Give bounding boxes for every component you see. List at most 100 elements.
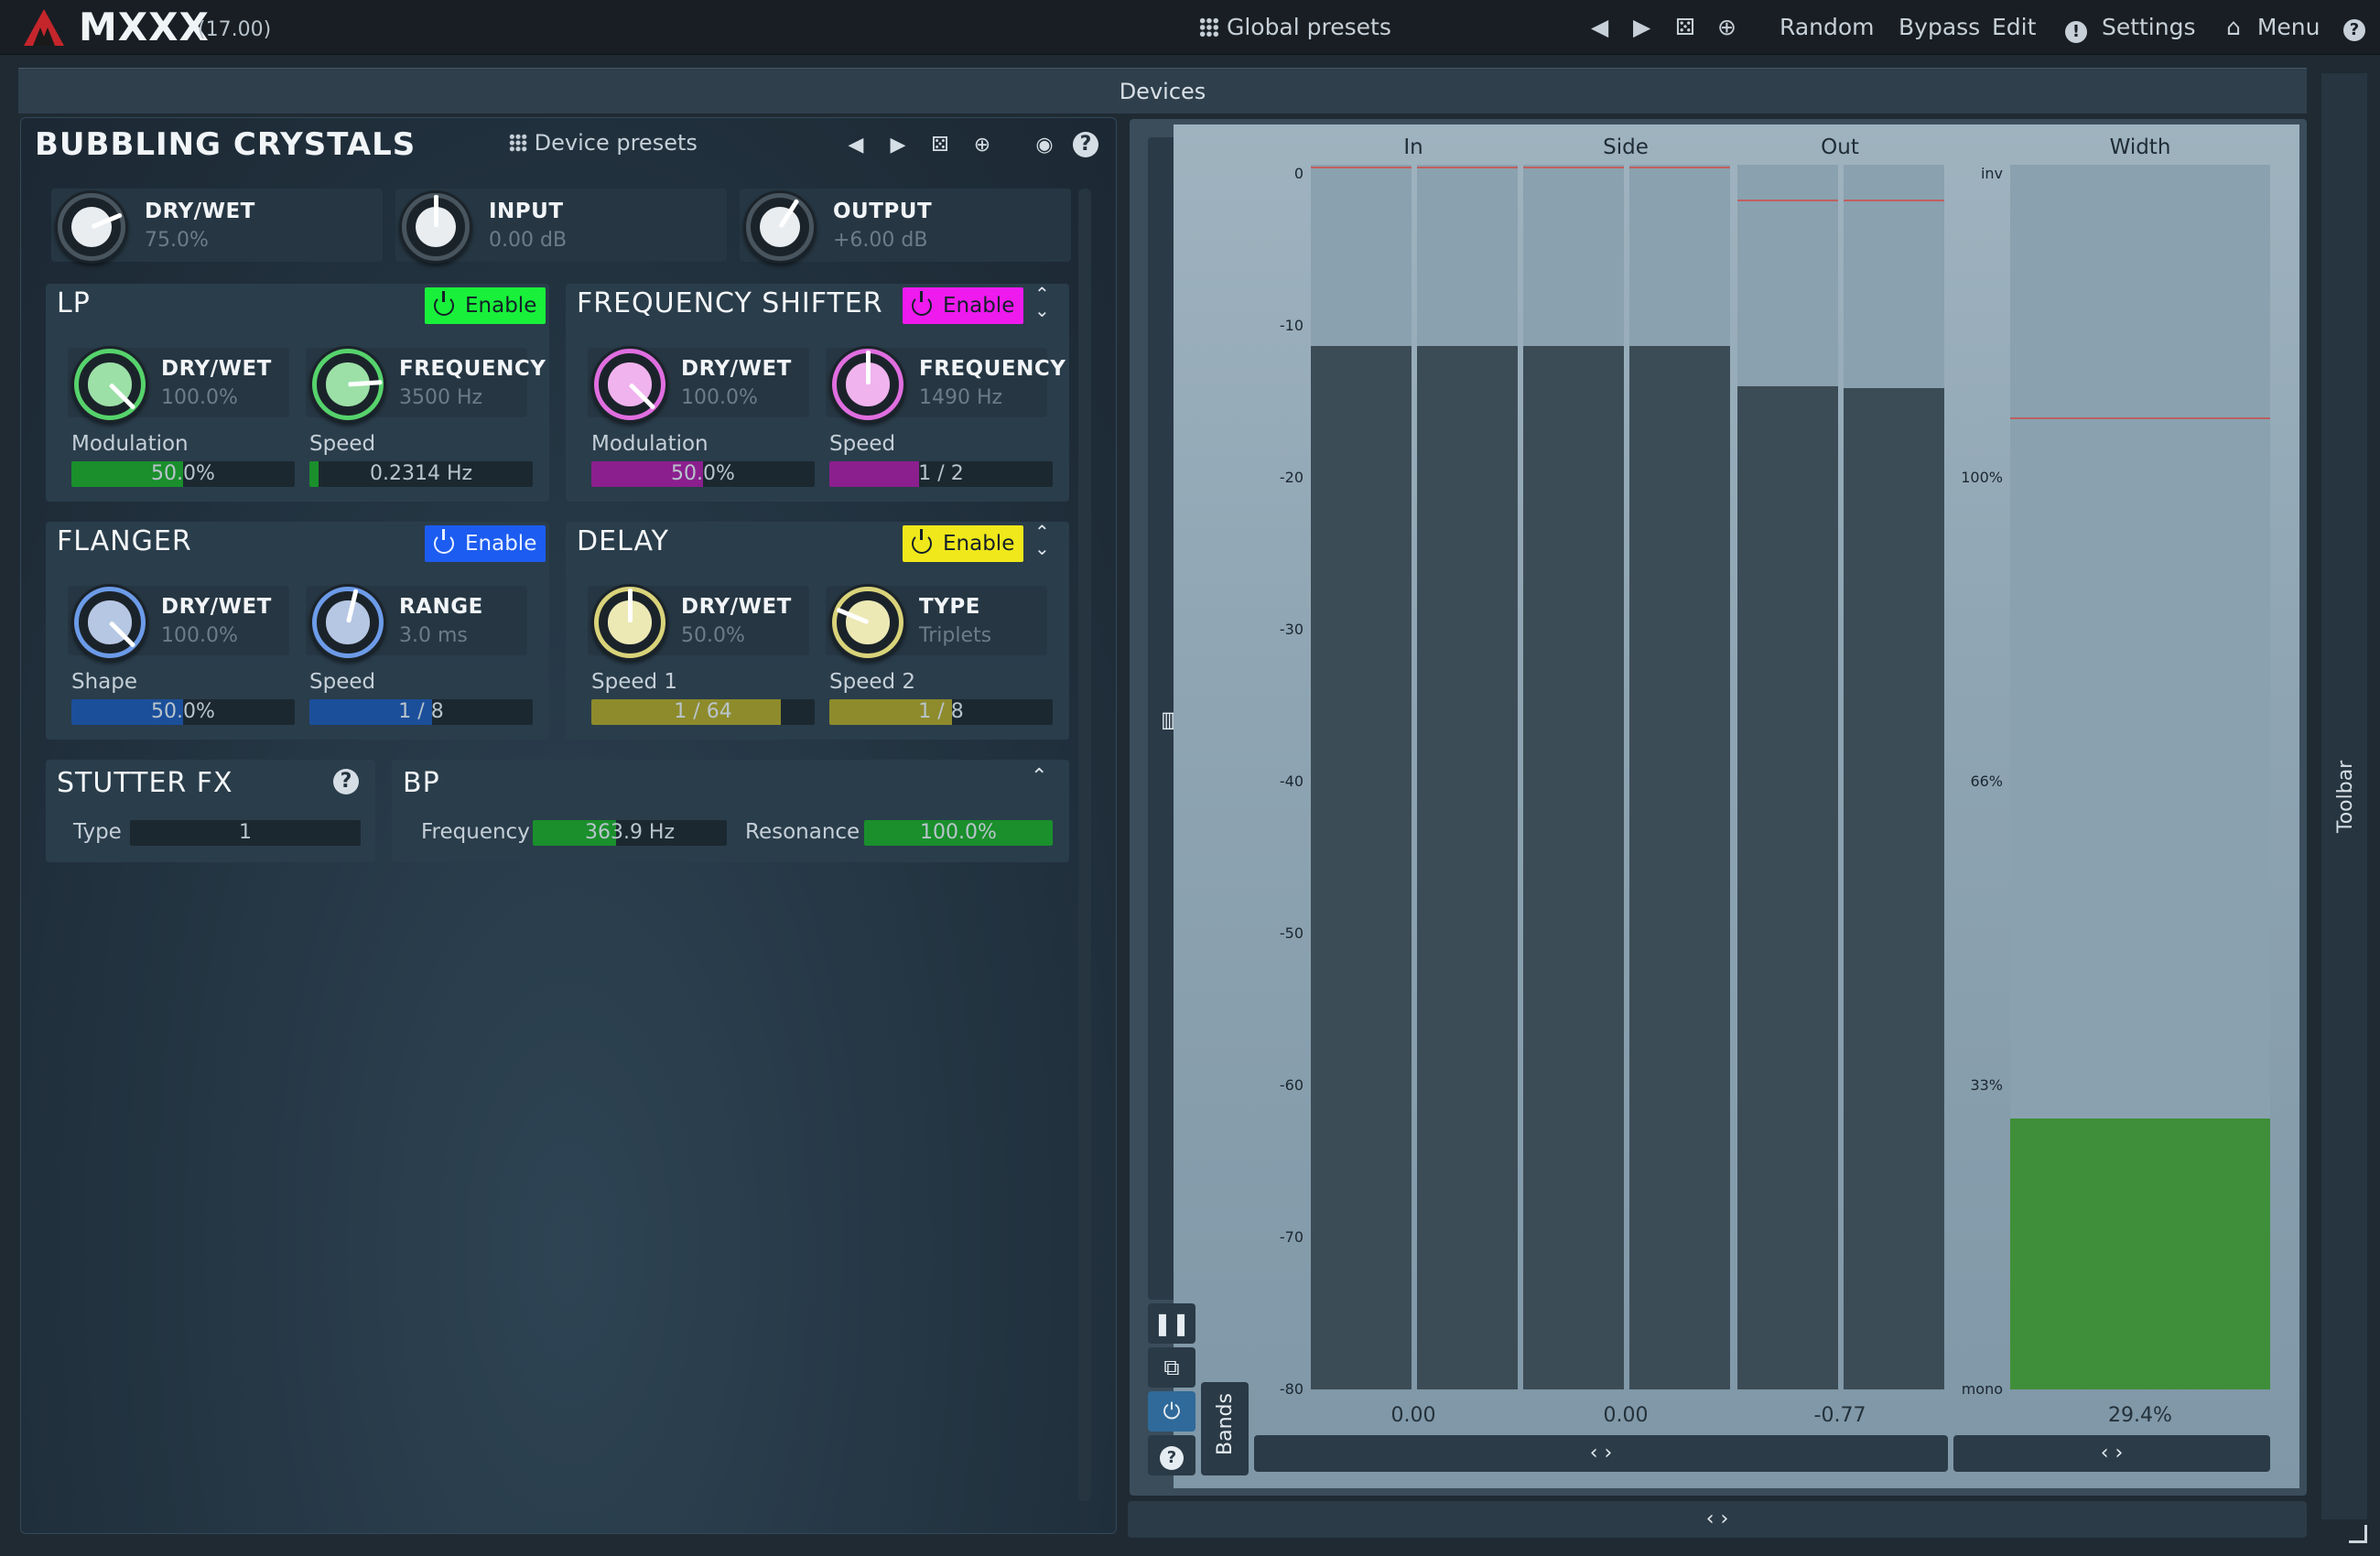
flanger-param2-label: Speed — [309, 670, 376, 694]
delay-title: DELAY — [577, 525, 669, 557]
flanger-knob2-knob[interactable] — [309, 584, 386, 661]
grid-icon — [1199, 17, 1219, 38]
meter-side-left-peak — [1523, 167, 1624, 168]
mxxx-logo-icon — [24, 9, 64, 46]
lp-knob1-value: 100.0% — [161, 386, 238, 409]
freqshift-expand-icon[interactable]: ⌃ ⌄ — [1034, 285, 1050, 319]
db-tick-label: -40 — [1279, 773, 1304, 790]
device-scrollbar[interactable] — [1078, 189, 1091, 1501]
meter-header-width: Width — [2109, 135, 2171, 159]
delay-param2-slider[interactable]: 1 / 8 — [829, 699, 1053, 725]
add-preset-icon[interactable]: ⊕ — [1717, 0, 1736, 55]
width-tick-label: mono — [1961, 1380, 2003, 1398]
width-tick-label: inv — [1980, 165, 2003, 182]
stutter-help-icon[interactable]: ? — [333, 769, 359, 794]
flanger-knob1-knob[interactable] — [71, 584, 148, 661]
delay-param1-label: Speed 1 — [591, 670, 678, 694]
freqshift-param2-value: 1 / 2 — [918, 462, 964, 485]
menu-button[interactable]: ⌂ Menu — [2226, 0, 2320, 55]
meter-in-left-peak — [1311, 167, 1412, 168]
lp-param2-slider[interactable]: 0.2314 Hz — [309, 461, 533, 487]
bp-resonance-slider[interactable]: 100.0% — [864, 820, 1053, 846]
settings-shield-icon: ! — [2065, 21, 2087, 43]
settings-label: Settings — [2101, 14, 2196, 40]
pause-icon[interactable]: ❚❚ — [1148, 1303, 1195, 1344]
device-help-icon[interactable]: ? — [1073, 132, 1098, 157]
random-dice-icon[interactable]: ⚄ — [1675, 0, 1695, 55]
freqshift-title: FREQUENCY SHIFTER — [577, 287, 883, 319]
main-drywet-knob[interactable] — [55, 190, 128, 264]
delay-param1-slider[interactable]: 1 / 64 — [591, 699, 815, 725]
main-input-knob-indicator — [433, 194, 438, 227]
bp-resonance-label: Resonance — [745, 820, 860, 844]
bands-label: Bands — [1214, 1393, 1237, 1455]
db-tick-label: -50 — [1279, 924, 1304, 942]
device-prev-icon[interactable]: ◀ — [842, 132, 870, 159]
stutter-title: STUTTER FX — [57, 767, 233, 799]
lp-param2-value: 0.2314 Hz — [369, 462, 473, 485]
lp-enable-label: Enable — [465, 294, 537, 318]
prev-preset-icon[interactable]: ◀ — [1591, 0, 1608, 55]
main-input-label: INPUT — [489, 200, 564, 223]
main-input-knob[interactable] — [399, 190, 472, 264]
window-resize-icon[interactable] — [2349, 1525, 2367, 1543]
lp-enable-button[interactable]: Enable — [425, 287, 546, 324]
random-button[interactable]: Random — [1780, 0, 1875, 55]
flanger-param2-slider[interactable]: 1 / 8 — [309, 699, 533, 725]
freqshift-param2-slider[interactable]: 1 / 2 — [829, 461, 1053, 487]
delay-knob1-knob[interactable] — [591, 584, 668, 661]
device-random-icon[interactable]: ⚄ — [926, 132, 954, 159]
resize-icon[interactable]: ⧉ — [1148, 1347, 1195, 1388]
width-resize-arrows[interactable]: ‹ › — [1953, 1435, 2270, 1472]
flanger-enable-button[interactable]: Enable — [425, 525, 546, 562]
help-icon[interactable]: ? — [2343, 0, 2365, 55]
top-bar: MXXX (17.00) Global presets ◀ ▶ ⚄ ⊕ Rand… — [0, 0, 2380, 55]
stutter-type-slider[interactable]: 1 — [130, 820, 361, 846]
next-preset-icon[interactable]: ▶ — [1633, 0, 1650, 55]
device-next-icon[interactable]: ▶ — [884, 132, 912, 159]
freqshift-enable-button[interactable]: Enable — [903, 287, 1024, 324]
freqshift-knob1-value: 100.0% — [681, 386, 758, 409]
device-presets-button[interactable]: Device presets — [509, 130, 698, 156]
bottom-resize-arrows[interactable]: ‹ › — [1128, 1501, 2307, 1538]
device-add-icon[interactable]: ⊕ — [968, 132, 996, 159]
lp-param2-label: Speed — [309, 432, 376, 456]
db-tick-label: -60 — [1279, 1076, 1304, 1094]
meter-in-right-bar — [1417, 345, 1518, 1389]
edit-button[interactable]: Edit — [1992, 0, 2036, 55]
bypass-button[interactable]: Bypass — [1899, 0, 1980, 55]
lp-title: LP — [57, 287, 91, 319]
meter-header-side: Side — [1603, 135, 1649, 159]
meter-header-out: Out — [1821, 135, 1859, 159]
freqshift-param1-slider[interactable]: 50.0% — [591, 461, 815, 487]
lp-param1-slider[interactable]: 50.0% — [71, 461, 295, 487]
global-presets-button[interactable]: Global presets — [1199, 0, 1391, 55]
main-drywet-value: 75.0% — [145, 229, 209, 252]
main-output-knob[interactable] — [743, 190, 817, 264]
delay-knob2-label: TYPE — [919, 595, 980, 619]
power-icon[interactable]: ⏻ — [1148, 1391, 1195, 1432]
bp-frequency-slider[interactable]: 363.9 Hz — [533, 820, 727, 846]
db-tick-label: -30 — [1279, 621, 1304, 638]
meter-readout-side: 0.00 — [1603, 1404, 1649, 1427]
bp-expand-icon[interactable]: ⌃ — [1031, 765, 1047, 788]
meters-resize-arrows[interactable]: ‹ › — [1254, 1435, 1948, 1472]
freqshift-knob1-knob[interactable] — [591, 346, 668, 423]
lp-knob2-knob[interactable] — [309, 346, 386, 423]
power-icon — [912, 529, 932, 554]
delay-knob2-knob[interactable] — [829, 584, 906, 661]
freqshift-knob2-knob[interactable] — [829, 346, 906, 423]
lp-knob1-knob[interactable] — [71, 346, 148, 423]
delay-enable-button[interactable]: Enable — [903, 525, 1024, 562]
meters-help-icon[interactable]: ? — [1148, 1435, 1195, 1475]
bp-frequency-label: Frequency — [421, 820, 530, 844]
flanger-knob2-label: RANGE — [399, 595, 483, 619]
eye-icon[interactable]: ◉ — [1031, 132, 1058, 159]
settings-button[interactable]: ! Settings — [2065, 0, 2196, 55]
delay-knob1-knob-indicator — [627, 589, 633, 622]
flanger-param1-slider[interactable]: 50.0% — [71, 699, 295, 725]
lp-knob2-value: 3500 Hz — [399, 386, 483, 409]
flanger-param1-label: Shape — [71, 670, 138, 694]
delay-expand-icon[interactable]: ⌃ ⌄ — [1034, 523, 1050, 557]
meter-in-right-peak — [1417, 167, 1518, 168]
